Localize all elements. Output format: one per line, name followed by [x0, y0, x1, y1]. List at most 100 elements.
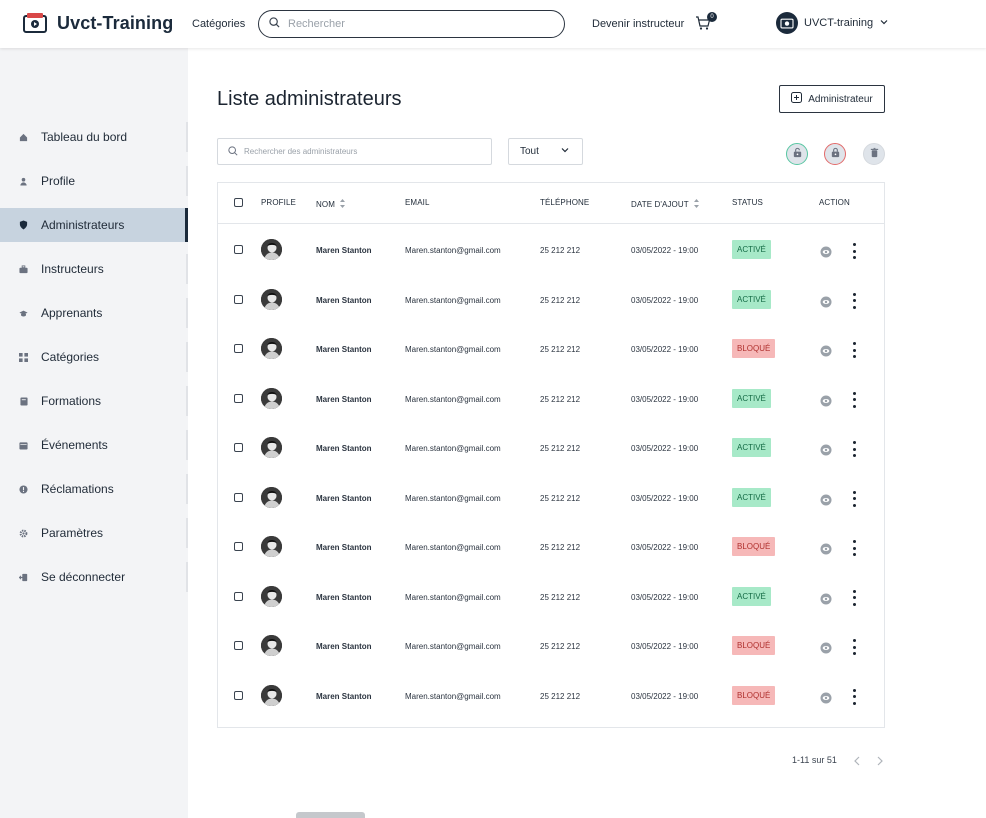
header-phone: TÉLÉPHONE	[540, 198, 590, 207]
brand-logo[interactable]: Uvct-Training	[23, 12, 173, 34]
row-date: 03/05/2022 - 19:00	[631, 493, 699, 503]
user-menu[interactable]: UVCT-training	[776, 12, 889, 34]
more-actions-icon[interactable]	[852, 639, 856, 655]
sidebar-item-apprenants[interactable]: Apprenants	[0, 296, 188, 330]
avatar	[261, 536, 282, 557]
row-checkbox[interactable]	[234, 690, 243, 700]
header-search	[258, 10, 565, 38]
status-badge: ACTIVÉ	[732, 586, 771, 606]
status-badge: ACTIVÉ	[732, 240, 771, 259]
more-actions-icon[interactable]	[852, 292, 856, 309]
row-checkbox[interactable]	[234, 393, 243, 403]
row-name: Maren Stanton	[316, 691, 372, 701]
sidebar-item-parametres[interactable]: Paramètres	[0, 516, 188, 550]
search-icon	[228, 143, 238, 161]
shield-icon	[19, 220, 28, 230]
delete-selected-button[interactable]	[863, 143, 885, 165]
header-name[interactable]: NOM	[316, 198, 346, 211]
sidebar-item-instructeurs[interactable]: Instructeurs	[0, 252, 188, 286]
categories-link[interactable]: Catégories	[192, 18, 245, 30]
status-badge: ACTIVÉ	[732, 388, 771, 408]
view-eye-icon[interactable]	[820, 592, 832, 604]
row-email: Maren.stanton@gmail.com	[405, 246, 501, 255]
status-badge: BLOQUÉ	[732, 537, 776, 556]
view-eye-icon[interactable]	[820, 542, 832, 555]
admin-search-input[interactable]	[244, 147, 484, 156]
row-name: Maren Stanton	[316, 493, 372, 503]
select-all-checkbox[interactable]	[234, 198, 243, 207]
sidebar-item-profile[interactable]: Profile	[0, 164, 188, 198]
unlock-selected-button[interactable]	[786, 143, 808, 165]
row-email: Maren.stanton@gmail.com	[405, 493, 501, 503]
status-filter-select[interactable]: Tout	[508, 138, 583, 165]
sidebar-item-label: Formations	[41, 394, 102, 408]
view-eye-icon[interactable]	[820, 641, 832, 654]
more-actions-icon[interactable]	[852, 391, 856, 408]
row-name: Maren Stanton	[316, 394, 372, 404]
row-checkbox[interactable]	[234, 245, 243, 254]
lock-selected-button[interactable]	[824, 143, 846, 165]
pagination-next-icon[interactable]	[875, 754, 885, 766]
sidebar-item-se-deconnecter[interactable]: Se déconnecter	[0, 560, 188, 594]
row-date: 03/05/2022 - 19:00	[631, 642, 699, 651]
row-checkbox[interactable]	[234, 294, 243, 304]
row-checkbox[interactable]	[234, 344, 243, 353]
horizontal-scrollbar[interactable]	[296, 812, 365, 818]
more-actions-icon[interactable]	[852, 490, 856, 507]
sidebar-item-administrateurs[interactable]: Administrateurs	[0, 208, 188, 242]
sidebar: Tableau du bord Profile Administrateurs Ins…	[0, 48, 188, 818]
sidebar-item-evenements[interactable]: Événements	[0, 428, 188, 462]
row-checkbox[interactable]	[234, 542, 243, 551]
header-date[interactable]: DATE D'AJOUT	[631, 198, 700, 211]
view-eye-icon[interactable]	[820, 493, 832, 505]
status-badge: BLOQUÉ	[732, 339, 776, 358]
home-icon	[19, 133, 28, 142]
admin-table: PROFILE NOM EMAIL TÉLÉPHONE DATE D'AJOUT…	[217, 182, 885, 728]
avatar	[261, 437, 282, 458]
status-badge: BLOQUÉ	[732, 636, 776, 655]
avatar	[261, 239, 282, 260]
view-eye-icon[interactable]	[820, 394, 832, 406]
header-status: STATUS	[732, 198, 763, 207]
view-eye-icon[interactable]	[820, 691, 832, 703]
sidebar-item-tableau-du-bord[interactable]: Tableau du bord	[0, 120, 188, 154]
become-instructor-link[interactable]: Devenir instructeur	[592, 18, 684, 30]
chevron-down-icon	[560, 145, 570, 158]
more-actions-icon[interactable]	[852, 342, 856, 358]
table-row: Maren Stanton Maren.stanton@gmail.com 25 2…	[218, 572, 884, 621]
row-phone: 25 212 212	[540, 592, 581, 602]
cart-button[interactable]: 0	[695, 12, 717, 33]
more-actions-icon[interactable]	[852, 589, 856, 606]
logout-icon	[19, 573, 28, 582]
row-checkbox[interactable]	[234, 641, 243, 650]
add-administrator-button[interactable]: Administrateur	[779, 85, 885, 113]
pagination-prev-icon[interactable]	[852, 754, 862, 766]
row-email: Maren.stanton@gmail.com	[405, 345, 501, 354]
row-phone: 25 212 212	[540, 394, 581, 404]
row-email: Maren.stanton@gmail.com	[405, 691, 501, 701]
status-filter-value: Tout	[520, 146, 539, 157]
view-eye-icon[interactable]	[820, 443, 832, 456]
more-actions-icon[interactable]	[852, 540, 856, 556]
sidebar-item-label: Catégories	[41, 350, 100, 364]
trash-icon	[869, 145, 880, 163]
more-actions-icon[interactable]	[852, 441, 856, 457]
header-name-label: NOM	[316, 200, 335, 209]
cart-count-badge: 0	[707, 12, 717, 22]
sidebar-item-categories[interactable]: Catégories	[0, 340, 188, 374]
sidebar-item-formations[interactable]: Formations	[0, 384, 188, 418]
row-name: Maren Stanton	[316, 592, 372, 602]
row-checkbox[interactable]	[234, 443, 243, 452]
row-checkbox[interactable]	[234, 492, 243, 502]
header-search-input[interactable]	[288, 18, 538, 30]
view-eye-icon[interactable]	[820, 245, 832, 258]
sidebar-item-reclamations[interactable]: Réclamations	[0, 472, 188, 506]
add-administrator-label: Administrateur	[808, 93, 873, 105]
more-actions-icon[interactable]	[852, 243, 856, 259]
table-header: PROFILE NOM EMAIL TÉLÉPHONE DATE D'AJOUT…	[218, 183, 884, 224]
view-eye-icon[interactable]	[820, 344, 832, 357]
row-checkbox[interactable]	[234, 591, 243, 601]
more-actions-icon[interactable]	[852, 688, 856, 705]
row-date: 03/05/2022 - 19:00	[631, 592, 699, 602]
view-eye-icon[interactable]	[820, 295, 832, 307]
